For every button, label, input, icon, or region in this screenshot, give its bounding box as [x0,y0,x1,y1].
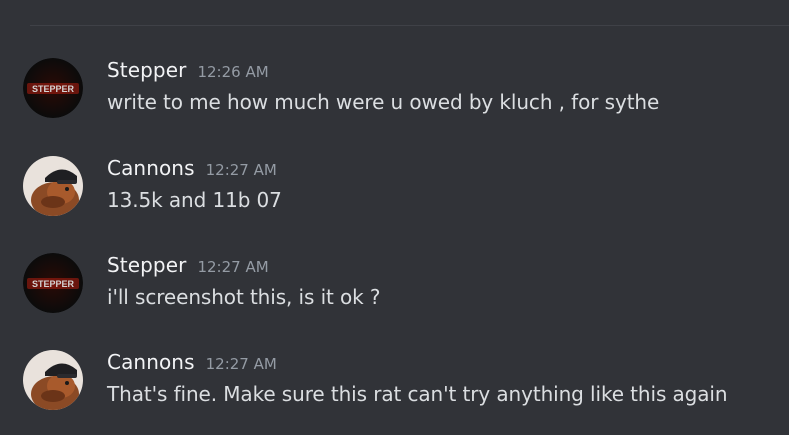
message-author[interactable]: Cannons [107,156,195,180]
message-timestamp[interactable]: 12:27 AM [206,161,277,179]
stepper-logo-icon: STEPPER [23,253,83,313]
cat-with-cap-avatar-icon [23,156,83,216]
avatar-cannons-icon[interactable] [23,350,83,410]
chat-message[interactable]: STEPPER Stepper 12:26 AM write to me how… [0,58,789,138]
message-content: 13.5k and 11b 07 [107,188,282,212]
message-author[interactable]: Stepper [107,58,186,82]
message-header: Stepper 12:27 AM [107,253,269,277]
message-author[interactable]: Stepper [107,253,186,277]
chat-message[interactable]: Cannons 12:27 AM 13.5k and 11b 07 [0,156,789,236]
avatar-stepper-logo-icon[interactable]: STEPPER [23,58,83,118]
message-header: Cannons 12:27 AM [107,156,277,180]
message-content: That's fine. Make sure this rat can't tr… [107,382,728,406]
message-author[interactable]: Cannons [107,350,195,374]
message-timestamp[interactable]: 12:27 AM [206,355,277,373]
avatar-stepper-logo-icon[interactable]: STEPPER [23,253,83,313]
message-content: write to me how much were u owed by kluc… [107,90,660,114]
message-timestamp[interactable]: 12:27 AM [197,258,268,276]
cat-with-cap-avatar-icon [23,350,83,410]
stepper-logo-text: STEPPER [32,279,75,289]
stepper-logo-text: STEPPER [32,84,75,94]
stepper-logo-icon: STEPPER [23,58,83,118]
chat-message-list: STEPPER Stepper 12:26 AM write to me how… [0,0,789,435]
chat-divider [30,25,789,26]
message-header: Stepper 12:26 AM [107,58,269,82]
message-content: i'll screenshot this, is it ok ? [107,285,381,309]
chat-message[interactable]: Cannons 12:27 AM That's fine. Make sure … [0,350,789,430]
chat-message[interactable]: STEPPER Stepper 12:27 AM i'll screenshot… [0,253,789,333]
avatar-cannons-icon[interactable] [23,156,83,216]
message-header: Cannons 12:27 AM [107,350,277,374]
message-timestamp[interactable]: 12:26 AM [197,63,268,81]
